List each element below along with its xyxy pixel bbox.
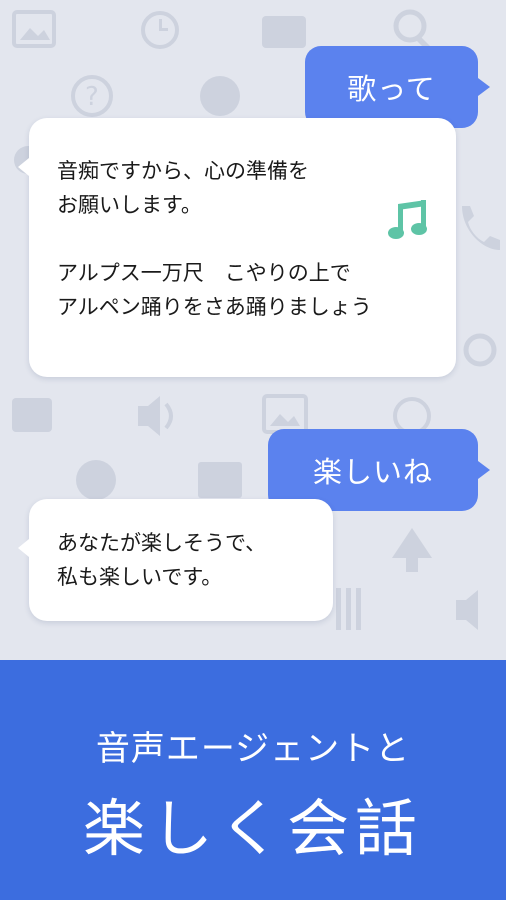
image-icon xyxy=(12,10,56,48)
agent-reply-line: アルペン踊りをさあ踊りましょう xyxy=(57,295,372,319)
help-icon: ? xyxy=(71,75,113,117)
video-icon xyxy=(12,398,52,432)
user-message-bubble: 歌って xyxy=(305,46,490,128)
agent-reply-bubble: 音痴ですから、心の準備を お願いします。 アルプス一万尺 こやりの上で アルペン… xyxy=(18,118,456,377)
clock-icon xyxy=(141,11,179,49)
agent-reply-line: アルプス一万尺 こやりの上で xyxy=(57,261,351,285)
speaker-icon xyxy=(138,396,173,436)
tree-icon xyxy=(392,528,432,572)
newspaper-icon xyxy=(198,462,242,498)
clock-icon xyxy=(393,397,431,435)
user-message-text: 歌って xyxy=(347,72,436,106)
baseball-icon xyxy=(76,460,116,500)
phone-icon xyxy=(462,206,500,250)
baseball-icon xyxy=(200,76,240,116)
agent-reply-bubble: あなたが楽しそうで、 私も楽しいです。 xyxy=(18,499,333,621)
speaker-icon xyxy=(456,590,478,630)
video-icon xyxy=(262,16,306,48)
promo-banner: 音声エージェントと 楽しく会話 xyxy=(0,660,506,900)
search-icon xyxy=(463,333,497,367)
agent-reply-line: 音痴ですから、心の準備を xyxy=(57,159,309,183)
svg-text:?: ? xyxy=(85,82,99,112)
user-message-text: 楽しいね xyxy=(312,455,433,489)
banner-title: 楽しく会話 xyxy=(82,792,423,865)
banner-subtitle: 音声エージェントと xyxy=(95,729,411,769)
agent-reply-line: お願いします。 xyxy=(57,193,202,217)
agent-reply-line: あなたが楽しそうで、 xyxy=(57,531,267,555)
agent-reply-line: 私も楽しいです。 xyxy=(57,565,223,589)
music-note-icon xyxy=(388,200,427,239)
cutlery-icon xyxy=(336,588,361,630)
image-icon xyxy=(262,394,308,434)
